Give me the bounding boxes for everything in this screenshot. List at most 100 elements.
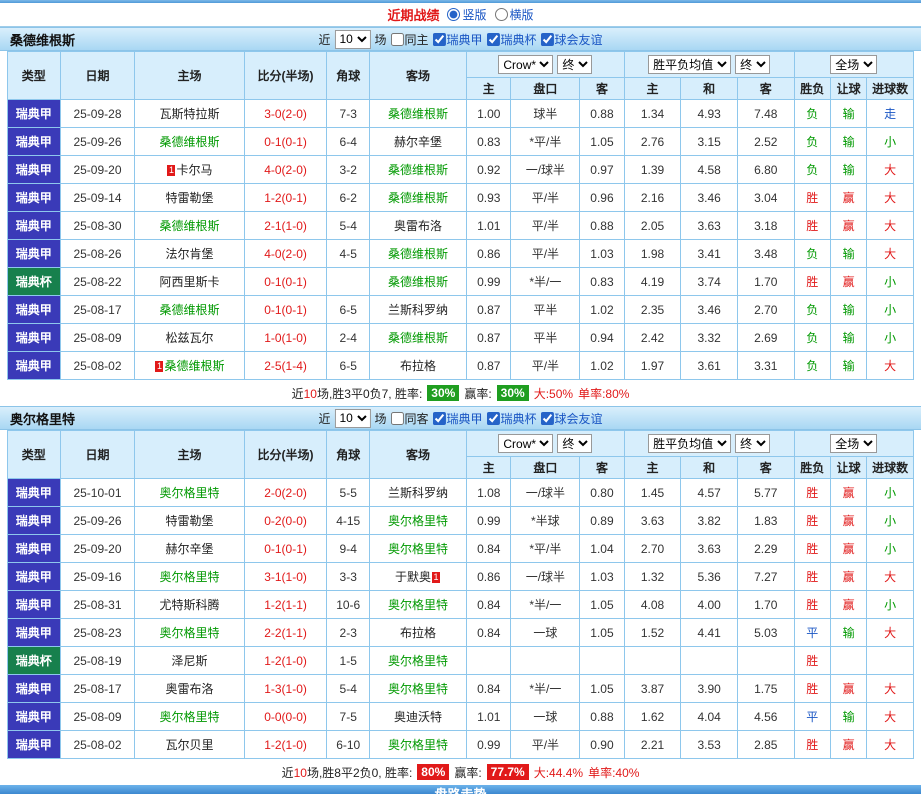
match-row: 瑞典甲25-09-16奥尔格里特3-1(1-0)3-3于默奥10.86一/球半1…	[8, 563, 914, 591]
handicap-odds-cell	[467, 647, 511, 675]
team-name: 奥尔格里特	[388, 514, 448, 528]
league-checkbox[interactable]	[433, 412, 446, 425]
goals-result-cell: 大	[867, 731, 914, 759]
home-team-cell: 桑德维根斯	[135, 128, 244, 156]
away-team-cell: 桑德维根斯	[369, 240, 466, 268]
result-cell: 负	[794, 324, 830, 352]
scope-select[interactable]: 全场	[830, 55, 877, 74]
corner-cell: 10-6	[327, 591, 369, 619]
same-venue-checkbox[interactable]	[390, 412, 403, 425]
cup-checkbox[interactable]	[487, 412, 500, 425]
handicap-odds-cell: 平/半	[511, 212, 580, 240]
handicap-odds-cell: 0.90	[580, 731, 624, 759]
red-card-icon: 1	[155, 361, 163, 372]
avg-odds-cell: 2.85	[737, 731, 794, 759]
home-team-cell: 赫尔辛堡	[135, 535, 244, 563]
section-header: 奥尔格里特 近 10 场 同客 瑞典甲 瑞典杯 球会友谊	[0, 406, 921, 430]
view-option-vertical[interactable]: 竖版	[447, 6, 486, 23]
team-name: 奥尔格里特	[388, 738, 448, 752]
home-team-cell: 尤特斯科腾	[135, 591, 244, 619]
league-filter-option[interactable]: 瑞典甲	[433, 410, 483, 427]
goals-result-cell: 大	[867, 184, 914, 212]
home-team-cell: 松兹瓦尔	[135, 324, 244, 352]
friendly-checkbox[interactable]	[541, 412, 554, 425]
handicap-odds-cell	[511, 647, 580, 675]
summary-count: 10	[294, 766, 307, 780]
result-cell: 胜	[794, 184, 830, 212]
bookmaker-select[interactable]: Crow*	[498, 55, 553, 74]
avg-time-select[interactable]: 终	[735, 434, 770, 453]
col-avg-draw: 和	[681, 78, 738, 100]
match-date: 25-09-26	[60, 128, 135, 156]
avg-odds-cell: 1.97	[624, 352, 681, 380]
horizontal-radio[interactable]	[495, 8, 508, 21]
avg-odds-select[interactable]: 胜平负均值	[648, 434, 731, 453]
avg-odds-cell: 3.63	[681, 212, 738, 240]
away-team-cell: 布拉格	[369, 619, 466, 647]
odds-time-select[interactable]: 终	[557, 434, 592, 453]
avg-odds-cell: 4.41	[681, 619, 738, 647]
recent-count-select[interactable]: 10	[334, 30, 370, 49]
corner-cell: 7-5	[327, 703, 369, 731]
league-type-badge: 瑞典甲	[8, 479, 61, 507]
avg-time-select[interactable]: 终	[735, 55, 770, 74]
cup-checkbox[interactable]	[487, 33, 500, 46]
score-cell: 0-1(0-1)	[244, 128, 327, 156]
over-rate: 大:44.4%	[534, 764, 583, 781]
col-score: 比分(半场)	[244, 431, 327, 479]
team-name: 奥雷布洛	[394, 219, 442, 233]
handicap-odds-cell: 0.84	[467, 619, 511, 647]
result-cell: 负	[794, 296, 830, 324]
friendly-checkbox[interactable]	[541, 33, 554, 46]
team-name: 桑德维根斯	[388, 191, 448, 205]
home-team-cell: 瓦斯特拉斯	[135, 100, 244, 128]
friendly-filter-option[interactable]: 球会友谊	[541, 31, 603, 48]
odds-time-select[interactable]: 终	[557, 55, 592, 74]
team-name-heading: 桑德维根斯	[10, 30, 75, 49]
corner-cell: 5-4	[327, 675, 369, 703]
handicap-odds-cell: 1.04	[580, 535, 624, 563]
handicap-odds-cell: 0.86	[467, 240, 511, 268]
vertical-radio[interactable]	[447, 8, 460, 21]
league-checkbox[interactable]	[433, 33, 446, 46]
handicap-odds-cell: 0.99	[467, 731, 511, 759]
away-team-cell: 桑德维根斯	[369, 156, 466, 184]
handicap-odds-cell: 1.02	[580, 352, 624, 380]
same-venue-option[interactable]: 同客	[390, 410, 428, 427]
cup-filter-option[interactable]: 瑞典杯	[487, 31, 537, 48]
score-cell: 1-2(0-1)	[244, 184, 327, 212]
avg-odds-select[interactable]: 胜平负均值	[648, 55, 731, 74]
handicap-odds-cell: 0.99	[467, 268, 511, 296]
match-date: 25-08-22	[60, 268, 135, 296]
handicap-odds-cell: 0.84	[467, 535, 511, 563]
scope-select[interactable]: 全场	[830, 434, 877, 453]
handicap-odds-cell: *半球	[511, 507, 580, 535]
result-cell: 胜	[794, 507, 830, 535]
handicap-odds-cell: 一/球半	[511, 479, 580, 507]
same-venue-option[interactable]: 同主	[390, 31, 428, 48]
view-option-horizontal[interactable]: 横版	[495, 6, 534, 23]
avg-odds-cell: 3.04	[737, 184, 794, 212]
handicap-odds-cell: 0.88	[580, 100, 624, 128]
league-type-badge: 瑞典甲	[8, 507, 61, 535]
team-section-home: 桑德维根斯 近 10 场 同主 瑞典甲 瑞典杯 球会友谊	[0, 27, 921, 406]
same-venue-checkbox[interactable]	[390, 33, 403, 46]
league-type-badge: 瑞典甲	[8, 324, 61, 352]
league-filter-option[interactable]: 瑞典甲	[433, 31, 483, 48]
handicap-odds-cell: 0.96	[580, 184, 624, 212]
result-cell: 负	[794, 352, 830, 380]
handicap-odds-cell: 平半	[511, 324, 580, 352]
friendly-filter-option[interactable]: 球会友谊	[541, 410, 603, 427]
avg-odds-cell: 3.46	[681, 296, 738, 324]
cup-filter-option[interactable]: 瑞典杯	[487, 410, 537, 427]
recent-count-select[interactable]: 10	[334, 409, 370, 428]
away-team-cell: 奥尔格里特	[369, 535, 466, 563]
score-cell: 2-5(1-4)	[244, 352, 327, 380]
team-name: 兰斯科罗纳	[388, 486, 448, 500]
match-date: 25-09-14	[60, 184, 135, 212]
result-cell: 胜	[794, 591, 830, 619]
bookmaker-select[interactable]: Crow*	[498, 434, 553, 453]
match-date: 25-09-20	[60, 535, 135, 563]
away-team-cell: 于默奥1	[369, 563, 466, 591]
handicap-odds-cell: 0.97	[580, 156, 624, 184]
